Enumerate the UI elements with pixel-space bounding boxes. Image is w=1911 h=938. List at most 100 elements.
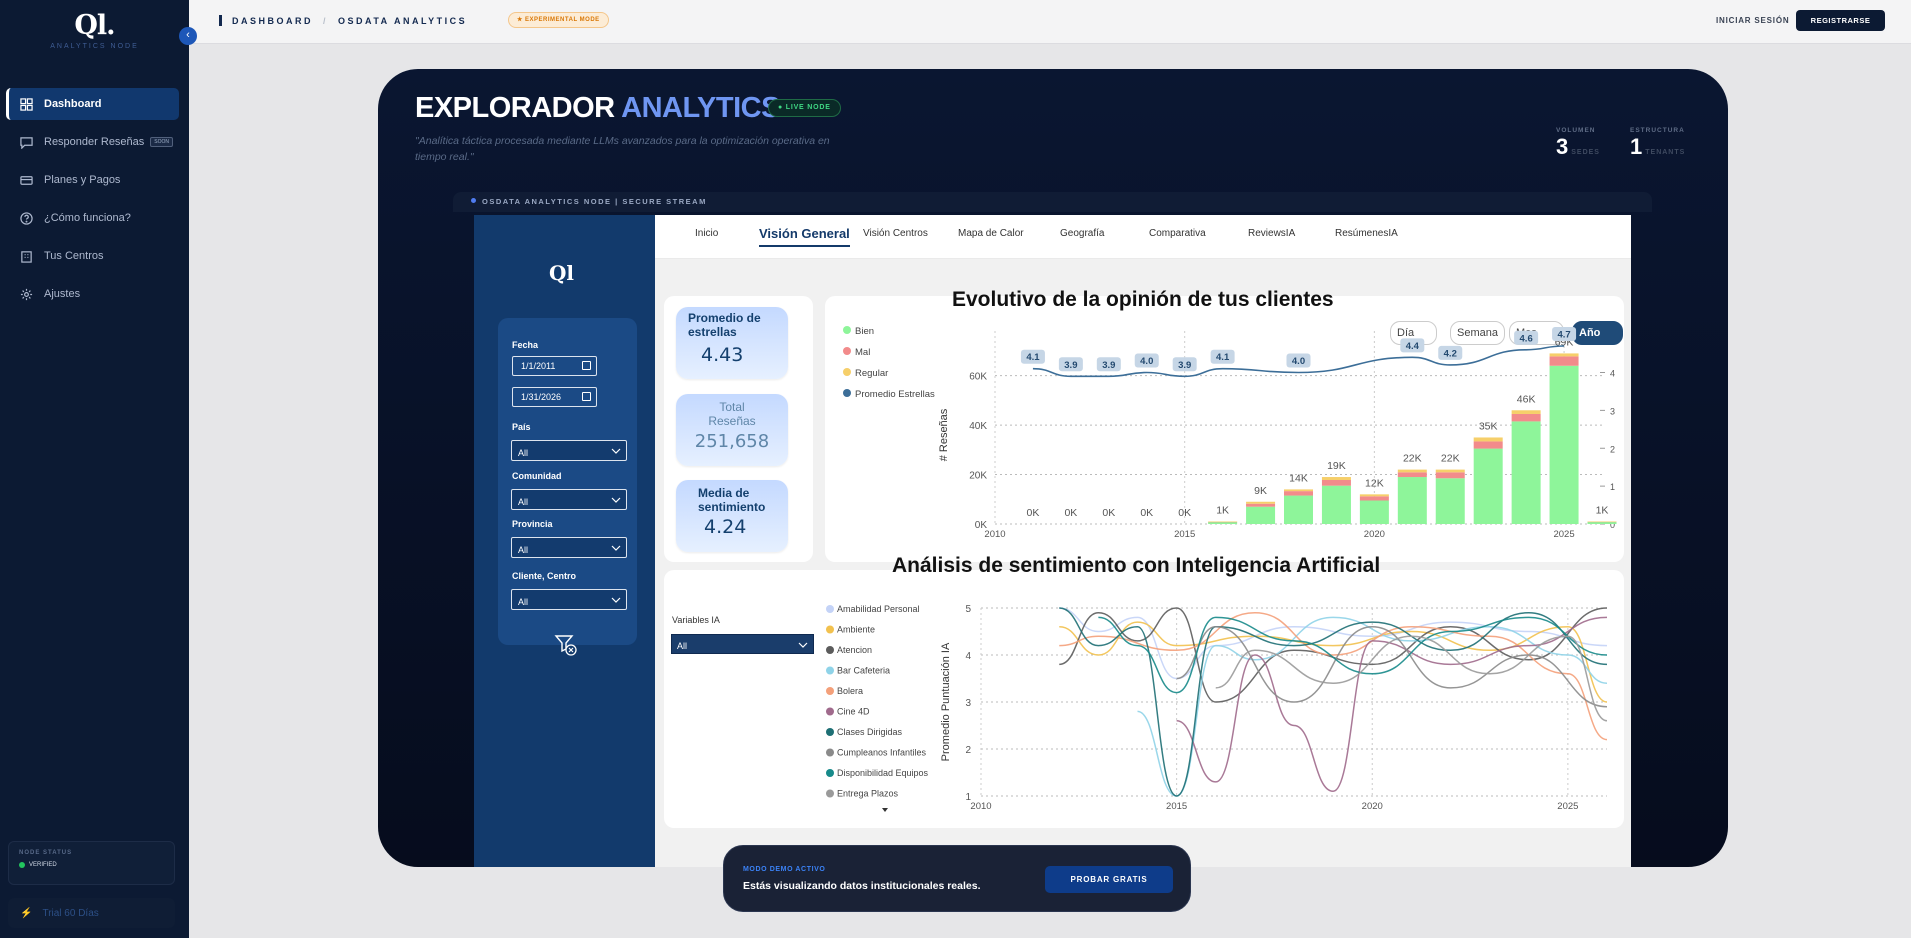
kpi-label: Media de sentimiento: [698, 486, 766, 514]
bar-bien: [1359, 500, 1389, 524]
tab-reviewsia[interactable]: ReviewsIA: [1248, 228, 1295, 239]
line-data-label: 4.0: [1140, 356, 1153, 367]
bar-data-label: 35K: [1479, 420, 1498, 432]
breadcrumb-marker: [219, 15, 222, 26]
register-button[interactable]: REGISTRARSE: [1796, 10, 1885, 31]
y-tick-label: 5: [965, 604, 971, 615]
login-link[interactable]: INICIAR SESIÓN: [1716, 16, 1789, 25]
tab-vision-general[interactable]: Visión General: [759, 226, 850, 247]
sidebar-item-tus-centros[interactable]: Tus Centros: [6, 240, 179, 272]
breadcrumb-osdata: OSDATA ANALYTICS: [338, 15, 468, 26]
kpi-media-sentimiento: Media de sentimiento 4.24: [676, 480, 788, 552]
chevron-left-icon: ‹: [186, 29, 190, 41]
experimental-mode-badge: ★ EXPERIMENTAL MODE: [508, 12, 609, 28]
app-sidebar: Ql. ANALYTICS NODE Dashboard Responder R…: [0, 0, 189, 938]
legend-swatch: [826, 769, 834, 777]
bar-data-label: 14K: [1289, 472, 1308, 484]
date-from-input[interactable]: 1/1/2011: [512, 356, 597, 376]
sidebar-item-label: Tus Centros: [44, 250, 104, 262]
cliente-label: Cliente, Centro: [512, 571, 577, 581]
tab-resumenesia[interactable]: ResúmenesIA: [1335, 228, 1398, 239]
calendar-icon[interactable]: [582, 392, 591, 401]
tab-mapa-calor[interactable]: Mapa de Calor: [958, 228, 1024, 239]
tab-comparativa[interactable]: Comparativa: [1149, 228, 1206, 239]
demo-title: MODO DEMO ACTIVO: [743, 866, 826, 873]
try-free-button[interactable]: PROBAR GRATIS: [1045, 866, 1173, 893]
bar-regular: [1549, 353, 1579, 357]
bar-bien: [1511, 421, 1541, 524]
kpi-value: 4.24: [704, 516, 747, 538]
legend-label: Promedio Estrellas: [855, 389, 935, 400]
filter-clear-icon[interactable]: [554, 633, 578, 657]
y-axis-label: # Reseñas: [938, 408, 950, 461]
sidebar-item-ajustes[interactable]: Ajustes: [6, 278, 179, 310]
bar-bien: [1549, 365, 1579, 524]
stat-label: VOLUMEN: [1556, 127, 1596, 134]
y2-tick-label: 0: [1610, 520, 1615, 530]
trial-button[interactable]: ⚡ Trial 60 Días: [8, 898, 175, 928]
kpi-value: 4.43: [701, 344, 744, 366]
status-dot-icon: [19, 862, 25, 868]
bar-bien: [1246, 506, 1276, 524]
sidebar-item-label: Ajustes: [44, 288, 81, 300]
legend-swatch: [843, 389, 851, 397]
bar-bien: [1473, 448, 1503, 524]
bar-mal: [1284, 491, 1313, 496]
legend-swatch: [826, 646, 834, 654]
breadcrumb-separator: /: [323, 15, 329, 26]
bar-mal: [1473, 441, 1503, 449]
provincia-label: Provincia: [512, 519, 553, 529]
calendar-icon[interactable]: [582, 361, 591, 370]
tab-vision-centros[interactable]: Visión Centros: [863, 228, 928, 239]
bar-data-label: 0K: [1140, 507, 1153, 519]
comunidad-select[interactable]: All: [511, 489, 627, 510]
y-tick-label: 20K: [969, 471, 987, 482]
app-logo[interactable]: Ql. ANALYTICS NODE: [0, 10, 189, 50]
collapse-sidebar-button[interactable]: ‹: [179, 27, 197, 45]
line-data-label: 4.6: [1520, 333, 1533, 344]
y-tick-label: 40K: [969, 421, 987, 432]
explorer-card: EXPLORADOR ANALYTICS ● LIVE NODE "Analít…: [378, 69, 1728, 867]
tab-inicio[interactable]: Inicio: [695, 228, 718, 239]
report-logo: Ql: [549, 261, 575, 285]
chart-plot: Amabilidad Personal Ambiente Atencion Bar C…: [826, 604, 1608, 812]
pais-select[interactable]: All: [511, 440, 627, 461]
date-to-input[interactable]: 1/31/2026: [512, 387, 597, 407]
sidebar-item-dashboard[interactable]: Dashboard: [6, 88, 179, 120]
legend-label: Clases Dirigidas: [837, 727, 903, 737]
sidebar-item-responder-resenas[interactable]: Responder Reseñas SOON: [6, 126, 179, 158]
bar-regular: [1359, 494, 1389, 497]
bar-bien: [1284, 495, 1313, 524]
legend-label: Cumpleanos Infantiles: [837, 748, 927, 758]
kpi-label: Promedio de estrellas: [688, 311, 761, 339]
gear-icon: [19, 287, 34, 302]
bar-bien: [1435, 478, 1465, 524]
bar-mal: [1246, 503, 1276, 507]
stat-unit: TENANTS: [1645, 149, 1686, 156]
x-tick-label: 2020: [1362, 801, 1383, 812]
provincia-select[interactable]: All: [511, 537, 627, 558]
chevron-down-icon: [611, 597, 621, 603]
demo-banner: MODO DEMO ACTIVO Estás visualizando dato…: [723, 845, 1191, 912]
bar-mal: [1435, 472, 1465, 479]
page-title-part-1: EXPLORADOR: [415, 92, 615, 124]
y2-tick-label: 4: [1610, 369, 1615, 379]
cliente-select[interactable]: All: [511, 589, 627, 610]
bar-regular: [1208, 521, 1238, 523]
fecha-label: Fecha: [512, 340, 539, 350]
stat-estructura: ESTRUCTURA 1 TENANTS: [1630, 127, 1685, 160]
sidebar-item-como-funciona[interactable]: ¿Cómo funciona?: [6, 202, 179, 234]
bar-regular: [1587, 521, 1617, 523]
tab-geografia[interactable]: Geografía: [1060, 228, 1104, 239]
legend-label: Entrega Plazos: [837, 789, 899, 799]
bar-data-label: 0K: [1027, 507, 1040, 519]
breadcrumb-dashboard[interactable]: DASHBOARD: [232, 16, 313, 26]
sidebar-item-planes[interactable]: Planes y Pagos: [6, 164, 179, 196]
x-tick-label: 2025: [1557, 801, 1578, 812]
legend-label: Mal: [855, 347, 870, 358]
bar-regular: [1511, 410, 1541, 414]
trial-label: Trial 60 Días: [42, 907, 99, 919]
legend-swatch: [826, 687, 834, 695]
y-tick-label: 3: [965, 698, 971, 709]
chart-plot: BienMalRegularPromedio Estrellas0K20K40K…: [843, 326, 1617, 540]
